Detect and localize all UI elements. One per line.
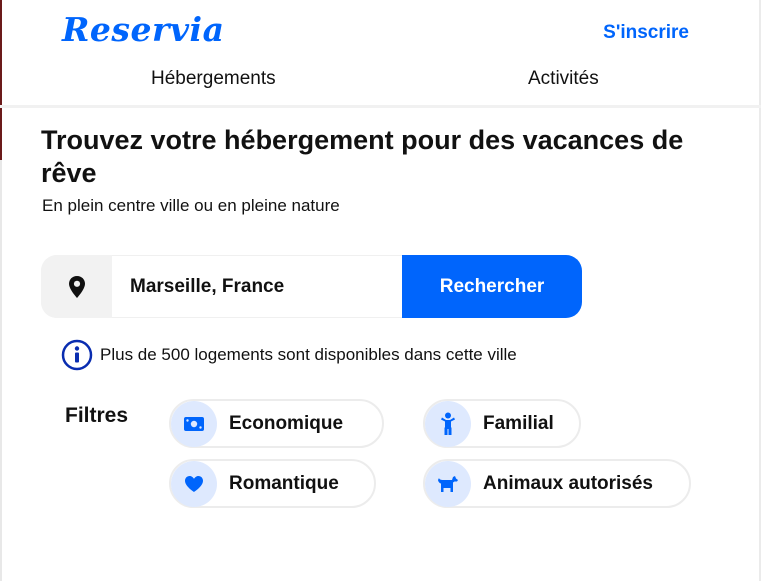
heart-icon [171, 460, 217, 507]
money-icon [171, 400, 217, 447]
signup-link[interactable]: S'inscrire [603, 22, 689, 44]
search-input[interactable] [112, 255, 402, 318]
page-subtitle: En plein centre ville ou en pleine natur… [42, 196, 340, 215]
filter-animaux-label: Animaux autorisés [483, 472, 653, 494]
child-icon [425, 400, 471, 447]
tab-hebergements[interactable]: Hébergements [151, 68, 276, 90]
filter-familial[interactable]: Familial [423, 399, 581, 448]
search-button[interactable]: Rechercher [402, 255, 582, 318]
tab-activites[interactable]: Activités [528, 68, 599, 90]
dog-icon [425, 460, 471, 507]
filter-familial-label: Familial [483, 412, 554, 434]
filters-label: Filtres [65, 404, 129, 427]
filter-economique-label: Economique [229, 412, 344, 434]
filter-animaux[interactable]: Animaux autorisés [423, 459, 691, 508]
site-header: Reservia S'inscrire Hébergements Activit… [0, 0, 761, 108]
filter-economique[interactable]: Economique [169, 399, 384, 448]
page-title: Trouvez votre hébergement pour des vacan… [41, 125, 684, 188]
logo[interactable]: Reservia [62, 10, 224, 49]
availability-text: Plus de 500 logements sont disponibles d… [100, 345, 517, 364]
location-pin-icon [41, 255, 112, 318]
availability-info: Plus de 500 logements sont disponibles d… [61, 339, 517, 371]
page: Reservia S'inscrire Hébergements Activit… [0, 0, 761, 581]
info-icon [61, 339, 93, 371]
filter-romantique-label: Romantique [229, 472, 339, 494]
filter-romantique[interactable]: Romantique [169, 459, 376, 508]
search-bar: Rechercher [41, 255, 582, 318]
